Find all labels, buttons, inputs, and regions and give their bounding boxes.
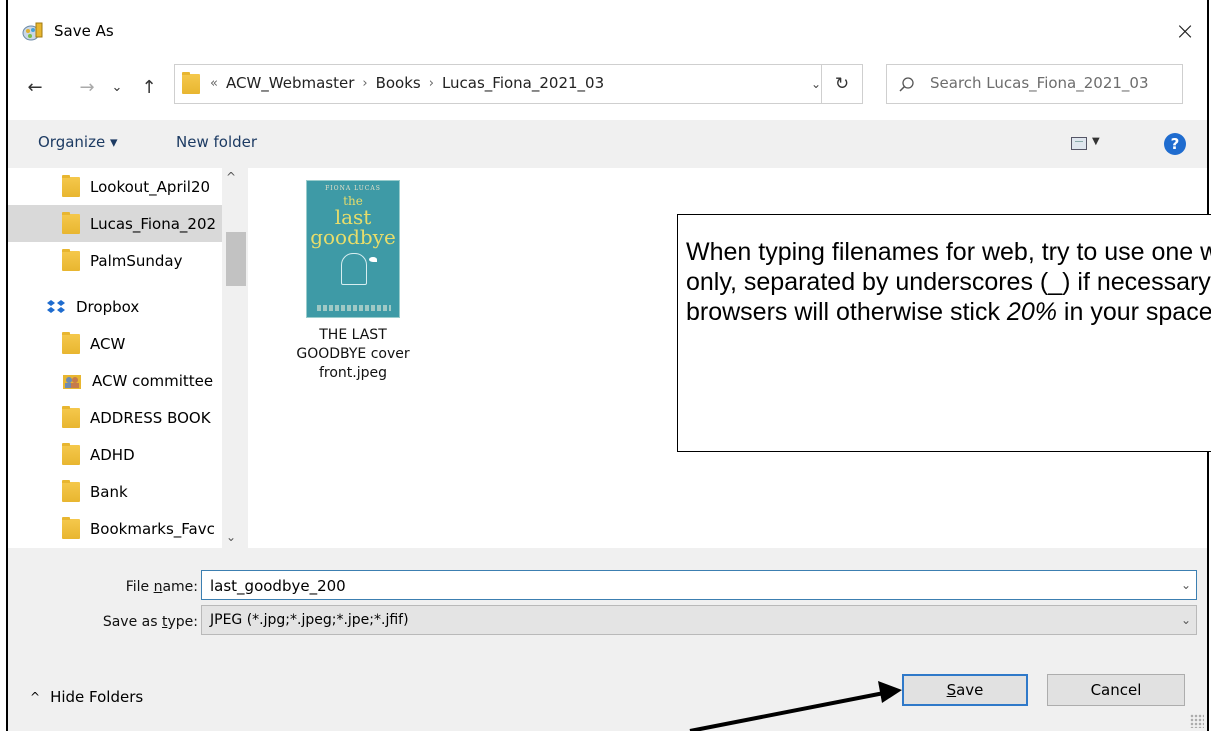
recent-locations-chevron-icon[interactable]: ⌄ — [108, 76, 126, 98]
forward-arrow-icon[interactable]: → — [76, 76, 98, 98]
file-name-label[interactable]: THE LAST GOODBYE cover front.jpeg — [286, 326, 420, 383]
save-button[interactable]: Save — [902, 674, 1028, 706]
folder-icon — [62, 479, 80, 502]
sidebar-item-label: ADDRESS BOOK — [90, 408, 211, 427]
title-bar — [8, 0, 1207, 62]
save-as-type-label: Save as type: — [102, 614, 198, 630]
change-view-icon[interactable] — [1071, 137, 1087, 150]
tip-callout: When typing filenames for web, try to us… — [677, 214, 1211, 452]
sidebar-item-label: Lucas_Fiona_202 — [90, 214, 217, 233]
chevron-up-icon: ^ — [30, 690, 41, 704]
birdcage-illustration — [341, 253, 367, 285]
organize-menu-button[interactable]: Organize ▾ — [38, 133, 118, 151]
shared-folder-icon — [63, 374, 81, 389]
sidebar-item-label: Bookmarks_Favc — [90, 519, 215, 538]
sidebar-item-adhd[interactable]: ADHD — [8, 436, 248, 473]
save-as-type-chevron-icon[interactable]: ⌄ — [1178, 612, 1194, 628]
cancel-button[interactable]: Cancel — [1047, 674, 1185, 706]
breadcrumb-separator-icon[interactable]: › — [429, 76, 434, 91]
close-button[interactable]: × — [1170, 14, 1200, 48]
sidebar-item-palmsunday[interactable]: PalmSunday — [8, 242, 248, 279]
sidebar-item-lookout-april[interactable]: Lookout_April20 — [8, 168, 248, 205]
folder-icon — [62, 516, 80, 539]
sidebar-item-bank[interactable]: Bank — [8, 473, 248, 510]
search-input[interactable]: Search Lucas_Fiona_2021_03 — [930, 74, 1149, 92]
address-dropdown-chevron-icon[interactable]: ⌄ — [806, 74, 826, 94]
sidebar-item-acw-committee[interactable]: ACW committee — [8, 362, 248, 399]
sidebar-item-label: ADHD — [90, 445, 135, 464]
tip-callout-text: When typing filenames for web, try to us… — [686, 238, 1211, 326]
sidebar-item-label: ACW committee — [92, 371, 214, 390]
sidebar-item-label: ACW — [90, 334, 126, 353]
file-name-input[interactable] — [201, 570, 1197, 600]
view-options-chevron-icon[interactable]: ▼ — [1092, 136, 1100, 147]
breadcrumb-separator-icon[interactable]: › — [362, 76, 367, 91]
file-name-dropdown-chevron-icon[interactable]: ⌄ — [1178, 577, 1194, 593]
folder-icon — [62, 405, 80, 428]
folder-icon — [182, 72, 200, 94]
sidebar-item-dropbox[interactable]: Dropbox — [8, 288, 248, 325]
sidebar-item-label: Lookout_April20 — [90, 177, 211, 196]
refresh-icon[interactable]: ↻ — [828, 72, 856, 96]
hide-folders-button[interactable]: ^ Hide Folders — [30, 688, 143, 706]
sidebar-item-label: PalmSunday — [90, 251, 183, 270]
navigation-pane: Lookout_April20 Lucas_Fiona_202 PalmSund… — [8, 168, 248, 548]
folder-icon — [62, 211, 80, 234]
scrollbar-thumb[interactable] — [226, 232, 246, 286]
resize-grip[interactable] — [1190, 714, 1204, 728]
dropbox-icon — [47, 299, 65, 313]
cover-author: FIONA LUCAS — [325, 185, 381, 192]
breadcrumb: « ACW_Webmaster › Books › Lucas_Fiona_20… — [210, 74, 604, 92]
breadcrumb-item[interactable]: Lucas_Fiona_2021_03 — [442, 74, 604, 92]
breadcrumb-item[interactable]: Books — [376, 74, 421, 92]
breadcrumb-overflow-icon[interactable]: « — [210, 76, 218, 91]
folder-icon — [62, 174, 80, 197]
sidebar-item-address-book[interactable]: ADDRESS BOOK — [8, 399, 248, 436]
save-as-type-value[interactable]: JPEG (*.jpg;*.jpeg;*.jpe;*.jfif) — [210, 612, 409, 628]
search-icon — [899, 77, 914, 92]
help-icon[interactable]: ? — [1164, 133, 1186, 155]
sidebar-scrollbar[interactable] — [222, 168, 248, 548]
sidebar-item-label: Bank — [90, 482, 128, 501]
folder-icon — [62, 331, 80, 354]
window-title: Save As — [54, 22, 114, 40]
sidebar-item-bookmarks[interactable]: Bookmarks_Favc — [8, 510, 248, 547]
scroll-down-chevron-icon[interactable]: ⌄ — [226, 530, 236, 544]
file-name-field-label: File name: — [125, 579, 198, 595]
folder-icon — [62, 248, 80, 271]
file-name-value[interactable]: last_goodbye_200 — [210, 577, 346, 595]
scroll-up-chevron-icon[interactable]: ^ — [226, 170, 236, 184]
hide-folders-label: Hide Folders — [50, 688, 144, 706]
breadcrumb-item[interactable]: ACW_Webmaster — [226, 74, 354, 92]
cover-blurb — [317, 305, 391, 311]
address-divider — [821, 64, 822, 104]
sidebar-item-label: Dropbox — [76, 297, 140, 316]
up-arrow-icon[interactable]: ↑ — [138, 76, 160, 98]
sidebar-item-acw[interactable]: ACW — [8, 325, 248, 362]
folder-icon — [62, 442, 80, 465]
cover-title: the last goodbye — [310, 194, 396, 249]
new-folder-button[interactable]: New folder — [176, 133, 257, 151]
back-arrow-icon[interactable]: ← — [24, 76, 46, 98]
file-thumbnail[interactable]: FIONA LUCAS the last goodbye — [306, 180, 400, 318]
bird-illustration — [369, 257, 377, 262]
save-as-app-icon — [22, 22, 43, 41]
sidebar-item-lucas-fiona[interactable]: Lucas_Fiona_202 — [8, 205, 248, 242]
